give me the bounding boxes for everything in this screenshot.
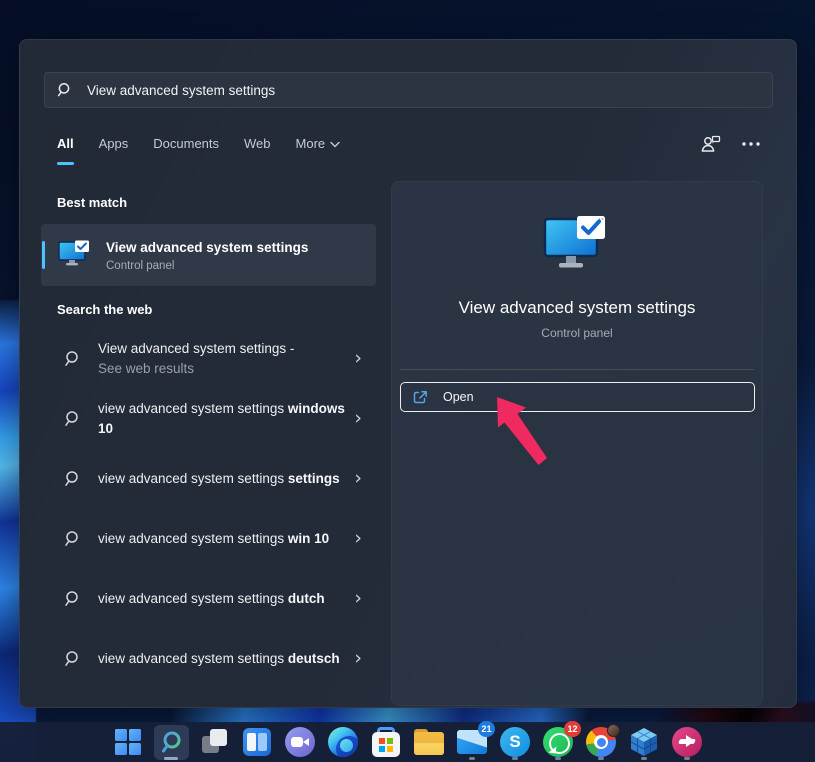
chevron-right-icon: › — [354, 467, 362, 489]
taskbar-pink-circle-app-button[interactable] — [670, 725, 705, 760]
suggestion-text: view advanced system settings deutsch — [98, 649, 350, 669]
microsoft-store-icon — [372, 727, 400, 757]
pink-circle-app-icon — [672, 727, 702, 757]
best-match-title: View advanced system settings — [106, 239, 308, 257]
taskbar-whatsapp-button[interactable]: 12 — [541, 725, 576, 760]
taskbar-search-button[interactable] — [154, 725, 189, 760]
edge-icon — [328, 727, 358, 757]
account-feedback-icon[interactable] — [700, 134, 722, 154]
web-suggestion-item[interactable]: view advanced system settings dutch › — [41, 569, 376, 629]
teams-chat-icon — [285, 727, 315, 757]
taskbar-teams-chat-button[interactable] — [283, 725, 318, 760]
web-suggestion-item[interactable]: View advanced system settings -See web r… — [41, 329, 376, 389]
search-icon — [64, 650, 81, 668]
chevron-right-icon: › — [354, 347, 362, 369]
running-indicator — [598, 757, 604, 760]
taskbar-skype-button[interactable]: S — [498, 725, 533, 760]
search-icon — [64, 590, 81, 608]
taskbar-file-explorer-button[interactable] — [412, 725, 447, 760]
running-indicator — [512, 757, 518, 760]
widgets-icon — [243, 728, 271, 756]
chevron-right-icon: › — [354, 527, 362, 549]
running-indicator — [684, 757, 690, 760]
file-explorer-icon — [414, 729, 444, 755]
search-query-text: View advanced system settings — [87, 83, 275, 98]
chrome-profile-overlay — [607, 724, 620, 737]
filter-tabs: All Apps Documents Web More — [57, 136, 340, 157]
taskbar-start-button[interactable] — [111, 725, 146, 760]
search-icon — [64, 350, 81, 368]
open-button-label: Open — [443, 390, 474, 404]
result-detail-panel: View advanced system settings Control pa… — [391, 181, 763, 706]
suggestion-text: view advanced system settings dutch — [98, 589, 350, 609]
search-web-header: Search the web — [57, 302, 152, 317]
chevron-down-icon — [330, 141, 340, 148]
web-suggestion-item[interactable]: view advanced system settings win 10 › — [41, 509, 376, 569]
suggestion-text: view advanced system settings settings — [98, 469, 350, 489]
suggestion-text: View advanced system settings -See web r… — [98, 339, 350, 379]
chevron-right-icon: › — [354, 647, 362, 669]
tab-web[interactable]: Web — [244, 136, 271, 157]
web-suggestions-list: View advanced system settings -See web r… — [41, 329, 376, 689]
taskbar: 21 S 12 — [0, 722, 815, 762]
best-match-result[interactable]: View advanced system settings Control pa… — [41, 224, 376, 286]
web-suggestion-item[interactable]: view advanced system settings settings › — [41, 449, 376, 509]
search-window: View advanced system settings All Apps D… — [19, 39, 797, 708]
tab-documents[interactable]: Documents — [153, 136, 219, 157]
skype-icon: S — [500, 727, 530, 757]
open-external-icon — [413, 390, 428, 405]
taskbar-blue-cube-app-button[interactable] — [627, 725, 662, 760]
running-indicator — [469, 757, 475, 760]
running-indicator — [164, 757, 178, 760]
detail-divider — [400, 369, 754, 370]
taskbar-edge-button[interactable] — [326, 725, 361, 760]
whatsapp-badge: 12 — [564, 721, 580, 737]
header-icons — [700, 134, 760, 154]
best-match-header: Best match — [57, 195, 127, 210]
tab-more[interactable]: More — [296, 136, 341, 157]
taskbar-mail-button[interactable]: 21 — [455, 725, 490, 760]
best-match-subtitle: Control panel — [106, 260, 308, 272]
suggestion-text: view advanced system settings windows 10 — [98, 399, 350, 439]
detail-title: View advanced system settings — [392, 298, 762, 318]
system-properties-icon — [58, 240, 92, 270]
ellipsis-icon[interactable] — [742, 142, 760, 146]
taskbar-widgets-button[interactable] — [240, 725, 275, 760]
running-indicator — [641, 757, 647, 760]
taskbar-search-icon — [159, 730, 183, 754]
screen: View advanced system settings All Apps D… — [0, 0, 815, 762]
web-suggestion-item[interactable]: view advanced system settings deutsch › — [41, 629, 376, 689]
web-suggestion-item[interactable]: view advanced system settings windows 10… — [41, 389, 376, 449]
search-icon — [57, 82, 73, 98]
open-button[interactable]: Open — [400, 382, 755, 412]
taskbar-task-view-button[interactable] — [197, 725, 232, 760]
blue-cube-app-icon — [630, 727, 658, 757]
chevron-right-icon: › — [354, 587, 362, 609]
windows-logo-icon — [115, 729, 141, 755]
tab-all[interactable]: All — [57, 136, 74, 157]
system-properties-icon-large — [543, 215, 611, 275]
suggestion-text: view advanced system settings win 10 — [98, 529, 350, 549]
search-icon — [64, 410, 81, 428]
detail-subtitle: Control panel — [392, 326, 762, 340]
taskbar-store-button[interactable] — [369, 725, 404, 760]
search-icon — [64, 530, 81, 548]
chevron-right-icon: › — [354, 407, 362, 429]
chrome-icon — [586, 727, 616, 757]
taskbar-chrome-button[interactable] — [584, 725, 619, 760]
mail-badge: 21 — [478, 721, 494, 737]
running-indicator — [555, 757, 561, 760]
tab-apps[interactable]: Apps — [99, 136, 129, 157]
search-icon — [64, 470, 81, 488]
search-input[interactable]: View advanced system settings — [44, 72, 773, 108]
